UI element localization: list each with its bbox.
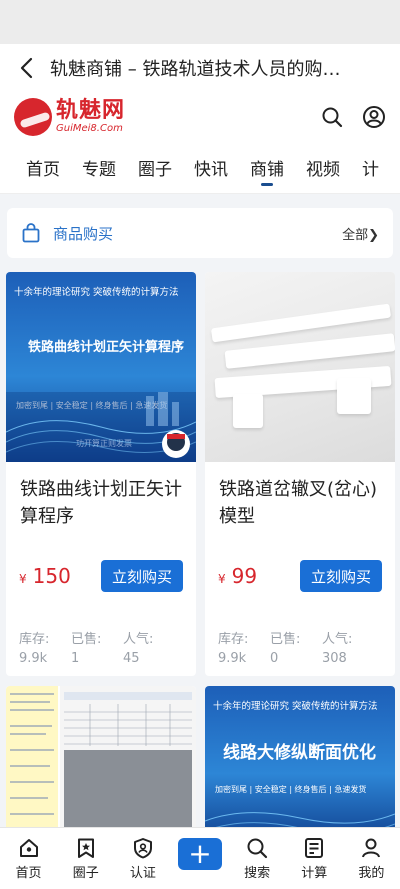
plus-icon: + (177, 837, 222, 870)
image-features: 加密到尾 | 安全稳定 | 终身售后 | 急速发货 (215, 785, 367, 794)
home-icon (19, 838, 38, 857)
popularity-value: 308 (322, 651, 347, 666)
buy-now-button[interactable]: 立刻购买 (101, 560, 183, 592)
user-account-icon[interactable] (362, 105, 386, 129)
status-bar (0, 0, 400, 44)
page-title: 轨魅商铺 – 铁路轨道技术人员的购… (50, 59, 341, 80)
bottom-nav-circles[interactable]: 圈子 (61, 837, 111, 881)
tab-shop[interactable]: 商铺 (250, 142, 284, 193)
product-name[interactable]: 铁路曲线计划正矢计算程序 (6, 462, 196, 548)
tab-calc[interactable]: 计 (362, 142, 379, 193)
bottom-nav-me[interactable]: 我的 (346, 837, 396, 881)
badge-check-icon (133, 837, 152, 858)
site-header: 轨魅网 GuiMei8.Com (0, 92, 400, 142)
user-icon (362, 838, 381, 857)
logo-domain: GuiMei8.Com (56, 123, 123, 134)
search-icon (247, 838, 268, 858)
bottom-nav-post[interactable]: + (175, 837, 225, 880)
image-tagline: 十余年的理论研究 突破传统的计算方法 (213, 701, 378, 712)
product-card[interactable]: 铁路道岔辙叉(岔心)模型 ¥ 99 立刻购买 库存: 9.9k 已售: 0 人气… (205, 272, 395, 676)
tab-circles[interactable]: 圈子 (138, 142, 172, 193)
spreadsheet-preview-graphic (6, 686, 196, 846)
category-tabs: 首页 专题 圈子 快讯 商铺 视频 计 (0, 142, 400, 194)
view-all-link[interactable]: 全部❯ (342, 224, 379, 243)
image-headline: 铁路曲线计划正矢计算程序 (28, 340, 185, 355)
product-price: ¥ 150 (19, 564, 71, 588)
search-icon[interactable] (320, 105, 344, 129)
product-grid: 十余年的理论研究 突破传统的计算方法 铁路曲线计划正矢计算程序 加密到尾 | 安… (0, 258, 400, 846)
sold-label: 已售: (71, 632, 102, 647)
bottom-nav-home[interactable]: 首页 (4, 837, 54, 881)
top-nav-bar: 轨魅商铺 – 铁路轨道技术人员的购… (0, 44, 400, 92)
popularity-value: 45 (123, 651, 140, 666)
popularity-label: 人气: (123, 632, 154, 647)
bottom-nav-search[interactable]: 搜索 (232, 837, 282, 881)
product-name[interactable]: 铁路道岔辙叉(岔心)模型 (205, 462, 395, 548)
product-section-header: 商品购买 全部❯ (7, 208, 393, 258)
bottom-nav-verify[interactable]: 认证 (118, 837, 168, 881)
shopping-bag-icon (21, 223, 41, 243)
image-headline: 线路大修纵断面优化 (223, 743, 376, 763)
sold-value: 0 (270, 651, 279, 666)
calculator-icon (305, 837, 324, 858)
digital-wave-graphic (6, 392, 196, 462)
site-logo[interactable]: 轨魅网 GuiMei8.Com (14, 98, 125, 136)
bookmark-star-icon (77, 838, 94, 858)
logo-name: 轨魅网 (56, 98, 126, 123)
popularity-label: 人气: (322, 632, 353, 647)
tab-news[interactable]: 快讯 (194, 142, 228, 193)
product-stats: 库存: 9.9k 已售: 1 人气: 45 (6, 630, 196, 668)
product-card[interactable]: 十余年的理论研究 突破传统的计算方法 线路大修纵断面优化 加密到尾 | 安全稳定… (205, 686, 395, 846)
product-image[interactable]: 十余年的理论研究 突破传统的计算方法 铁路曲线计划正矢计算程序 加密到尾 | 安… (6, 272, 196, 462)
tab-home[interactable]: 首页 (26, 142, 60, 193)
tab-video[interactable]: 视频 (306, 142, 340, 193)
product-card[interactable] (6, 686, 196, 846)
tab-topics[interactable]: 专题 (82, 142, 116, 193)
product-image[interactable] (205, 272, 395, 462)
stock-value: 9.9k (218, 651, 247, 666)
buy-now-button[interactable]: 立刻购买 (300, 560, 382, 592)
product-card[interactable]: 十余年的理论研究 突破传统的计算方法 铁路曲线计划正矢计算程序 加密到尾 | 安… (6, 272, 196, 676)
logo-mark-icon (14, 98, 52, 136)
section-title: 商品购买 (53, 224, 114, 243)
stock-value: 9.9k (19, 651, 48, 666)
product-image[interactable] (6, 686, 196, 846)
stock-label: 库存: (19, 632, 50, 647)
image-tagline: 十余年的理论研究 突破传统的计算方法 (14, 287, 179, 298)
product-price: ¥ 99 (218, 564, 258, 588)
sold-label: 已售: (270, 632, 301, 647)
bottom-navigation: 首页 圈子 认证 + 搜索 计算 我的 (0, 827, 400, 889)
bottom-nav-calculate[interactable]: 计算 (289, 837, 339, 881)
product-image[interactable]: 十余年的理论研究 突破传统的计算方法 线路大修纵断面优化 加密到尾 | 安全稳定… (205, 686, 395, 846)
sold-value: 1 (71, 651, 80, 666)
product-stats: 库存: 9.9k 已售: 0 人气: 308 (205, 630, 395, 668)
stock-label: 库存: (218, 632, 249, 647)
back-arrow-icon[interactable] (14, 56, 38, 80)
